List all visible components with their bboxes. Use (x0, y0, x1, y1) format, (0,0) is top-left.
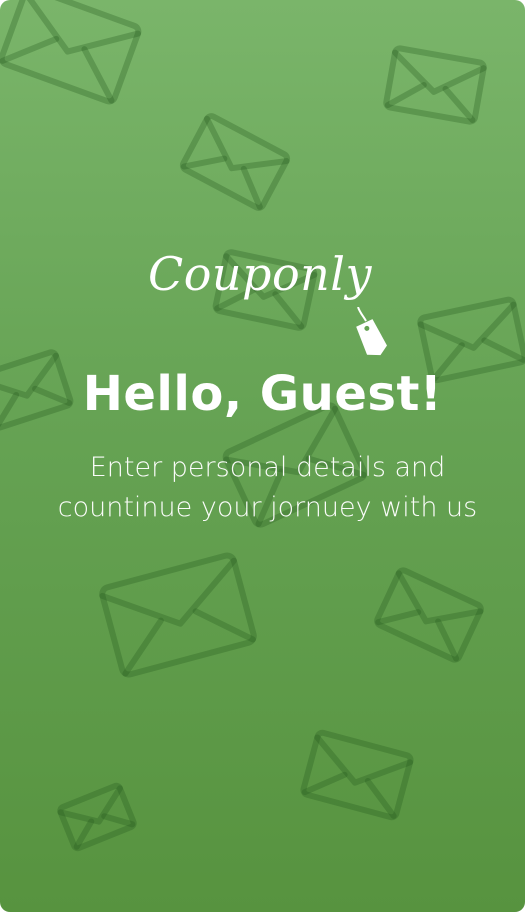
brand-name: Couponly (148, 247, 372, 301)
price-tag-icon (356, 307, 387, 356)
welcome-message-line: Enter personal details and (89, 452, 446, 483)
envelope-icon (300, 729, 414, 821)
envelope-icon (374, 567, 484, 663)
envelope-icon (0, 0, 142, 105)
brand-logo: Couponly (138, 245, 398, 365)
envelope-icon (383, 45, 487, 125)
welcome-message: Enter personal details and countinue you… (40, 448, 495, 528)
envelope-icon (57, 782, 137, 852)
envelope-icon (99, 552, 257, 678)
envelope-icon (179, 113, 291, 211)
greeting-title: Hello, Guest! (82, 366, 443, 422)
welcome-panel: Couponly Hello, Guest! Enter personal de… (0, 0, 525, 912)
welcome-message-line: countinue your jornuey with us (57, 492, 478, 523)
